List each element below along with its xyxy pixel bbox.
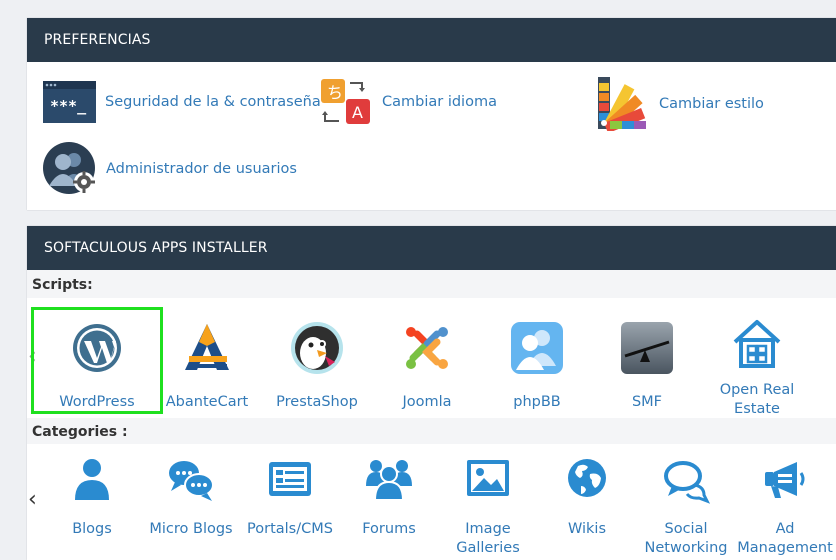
category-ad-management[interactable]: Ad Management	[735, 456, 835, 558]
categories-prev-arrow[interactable]: ‹	[28, 487, 37, 512]
prestashop-icon	[291, 322, 343, 374]
scripts-label: Scripts:	[32, 277, 93, 293]
category-ad-management-label: Ad Management	[737, 521, 833, 556]
newspaper-icon	[269, 462, 311, 496]
category-blogs[interactable]: Blogs	[42, 456, 142, 539]
change-language-icon: ち A	[321, 79, 370, 124]
globe-icon	[568, 459, 606, 497]
pref-item-style[interactable]: Cambiar estilo	[596, 77, 764, 131]
pref-item-language-label[interactable]: Cambiar idioma	[382, 94, 497, 110]
password-security-icon: ***_	[43, 81, 96, 123]
svg-text:A: A	[352, 103, 363, 122]
category-social-networking-label: Social Networking	[644, 521, 728, 556]
script-open-real-estate-label: Open Real Estate	[719, 382, 795, 417]
script-smf-label: SMF	[631, 394, 663, 410]
preferences-panel: PREFERENCIAS ***_ Seguridad de la & cont…	[27, 18, 836, 210]
smf-icon	[621, 322, 673, 374]
svg-text:***_: ***_	[50, 97, 87, 115]
abantecart-icon	[185, 324, 229, 370]
categories-header-strip	[27, 418, 836, 444]
joomla-icon	[406, 327, 448, 369]
script-abantecart[interactable]: AbanteCart	[152, 320, 262, 411]
script-abantecart-label: AbanteCart	[165, 394, 249, 410]
pref-item-style-label[interactable]: Cambiar estilo	[659, 96, 764, 112]
category-wikis[interactable]: Wikis	[537, 456, 637, 539]
category-social-networking[interactable]: Social Networking	[636, 456, 736, 558]
chat-bubbles-icon	[169, 461, 214, 501]
wordpress-selection-highlight	[31, 307, 163, 414]
preferences-title: PREFERENCIAS	[27, 18, 836, 62]
users-group-icon	[366, 460, 412, 501]
script-smf[interactable]: SMF	[592, 320, 702, 411]
category-forums[interactable]: Forums	[339, 456, 439, 539]
script-phpbb[interactable]: phpBB	[482, 320, 592, 411]
script-joomla[interactable]: Joomla	[372, 320, 482, 411]
category-blogs-label: Blogs	[72, 521, 112, 537]
user-icon	[75, 459, 109, 500]
script-open-real-estate[interactable]: Open Real Estate	[702, 316, 812, 419]
category-image-galleries[interactable]: Image Galleries	[438, 456, 538, 558]
softaculous-title: SOFTACULOUS APPS INSTALLER	[27, 226, 836, 270]
script-prestashop[interactable]: PrestaShop	[262, 320, 372, 411]
open-real-estate-icon	[733, 320, 781, 368]
category-portals-cms[interactable]: Portals/CMS	[240, 456, 340, 539]
change-style-icon	[598, 77, 646, 131]
pref-item-language[interactable]: ち A Cambiar idioma	[319, 77, 497, 127]
category-portals-cms-label: Portals/CMS	[247, 521, 333, 537]
svg-text:ち: ち	[327, 83, 343, 102]
pref-item-password-label[interactable]: Seguridad de la & contraseña	[105, 94, 321, 110]
categories-label: Categories :	[32, 424, 128, 440]
megaphone-icon	[765, 462, 805, 498]
category-wikis-label: Wikis	[567, 521, 607, 537]
script-joomla-label: Joomla	[402, 394, 452, 410]
script-phpbb-label: phpBB	[513, 394, 561, 410]
pref-item-users-label[interactable]: Administrador de usuarios	[106, 161, 297, 177]
script-prestashop-label: PrestaShop	[276, 394, 358, 410]
category-forums-label: Forums	[362, 521, 416, 537]
category-image-galleries-label: Image Galleries	[456, 521, 520, 556]
category-micro-blogs-label: Micro Blogs	[149, 521, 233, 537]
pref-item-password[interactable]: ***_ Seguridad de la & contraseña	[43, 81, 321, 123]
scripts-header-strip	[27, 270, 836, 298]
phpbb-icon	[511, 322, 563, 374]
category-micro-blogs[interactable]: Micro Blogs	[141, 456, 241, 539]
comments-icon	[664, 461, 711, 504]
user-manager-icon	[43, 142, 95, 194]
pref-item-users[interactable]: Administrador de usuarios	[43, 142, 297, 196]
image-icon	[467, 460, 509, 496]
